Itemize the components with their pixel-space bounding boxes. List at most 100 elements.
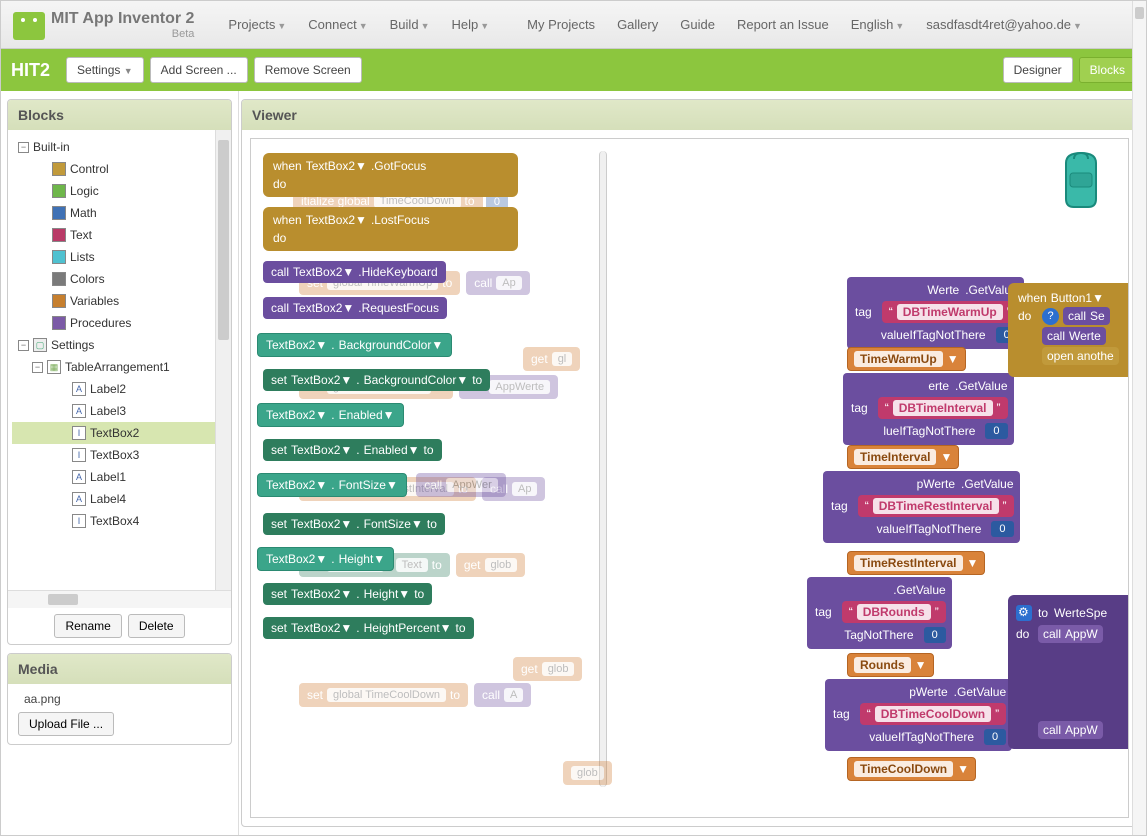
tree-scrollbar[interactable] (215, 130, 231, 590)
collapse-icon[interactable]: − (18, 142, 29, 153)
var-timerestinterval[interactable]: TimeRestInterval▼ (847, 551, 985, 575)
block-set-fontsize[interactable]: set TextBox2▼. FontSize▼ to (263, 513, 445, 535)
menu-projects[interactable]: Projects▼ (228, 17, 286, 32)
chevron-down-icon: ▼ (359, 21, 368, 31)
designer-tab[interactable]: Designer (1003, 57, 1073, 83)
tree-label4[interactable]: ALabel4 (12, 488, 227, 510)
block-getvalue-rest[interactable]: pWerte.GetValue tag“DBTimeRestInterval” … (823, 471, 1020, 543)
menu-connect[interactable]: Connect▼ (308, 17, 367, 32)
block-getvalue-warmup[interactable]: Werte.GetValue tag“DBTimeWarmUp” valueIf… (847, 277, 1024, 349)
variables-swatch-icon (52, 294, 66, 308)
cat-variables[interactable]: Variables (12, 290, 227, 312)
block-set-enabled[interactable]: set TextBox2▼. Enabled▼ to (263, 439, 442, 461)
cat-control[interactable]: Control (12, 158, 227, 180)
media-file[interactable]: aa.png (18, 692, 221, 706)
collapse-icon[interactable]: − (32, 362, 43, 373)
tree-builtin[interactable]: − Built-in (12, 136, 227, 158)
gear-icon[interactable] (1016, 605, 1032, 621)
label-icon: A (72, 382, 86, 396)
var-timeinterval[interactable]: TimeInterval▼ (847, 445, 959, 469)
media-panel: Media aa.png Upload File ... (7, 653, 232, 745)
block-get-height[interactable]: TextBox2▼. Height▼ (257, 547, 394, 571)
block-procedure-wertespe[interactable]: to WerteSpe docall AppW call AppW (1008, 595, 1129, 749)
link-myprojects[interactable]: My Projects (527, 17, 595, 32)
block-get-bgcolor[interactable]: TextBox2▼. BackgroundColor▼ (257, 333, 452, 357)
workspace[interactable]: Werte.GetValue tag“DBTimeWarmUp” valueIf… (607, 149, 1124, 807)
block-set-bgcolor[interactable]: set TextBox2▼. BackgroundColor▼ to (263, 369, 490, 391)
cat-math[interactable]: Math (12, 202, 227, 224)
component-dropdown[interactable]: TextBox2▼ (293, 265, 354, 279)
block-when-button1[interactable]: when Button1▼ do? call Se call Werte ope… (1008, 283, 1129, 377)
label-icon: A (72, 492, 86, 506)
math-swatch-icon (52, 206, 66, 220)
menu-help[interactable]: Help▼ (451, 17, 489, 32)
chevron-down-icon: ▼ (421, 21, 430, 31)
media-header: Media (8, 654, 231, 684)
block-getvalue-cooldown[interactable]: pWerte.GetValue tag“DBTimeCoolDown” valu… (825, 679, 1012, 751)
menu-language[interactable]: English▼ (851, 17, 905, 32)
cat-logic[interactable]: Logic (12, 180, 227, 202)
tree-hscrollbar[interactable] (8, 590, 231, 608)
upload-file-button[interactable]: Upload File ... (18, 712, 114, 736)
logic-swatch-icon (52, 184, 66, 198)
block-call-hidekeyboard[interactable]: call TextBox2▼.HideKeyboard (263, 261, 446, 283)
label-icon: A (72, 404, 86, 418)
delete-button[interactable]: Delete (128, 614, 185, 638)
var-timewarmup[interactable]: TimeWarmUp▼ (847, 347, 966, 371)
tree-label3[interactable]: ALabel3 (12, 400, 227, 422)
appinventor-logo-icon (13, 12, 45, 40)
tree-tablearrangement[interactable]: − ▦ TableArrangement1 (12, 356, 227, 378)
rename-button[interactable]: Rename (54, 614, 121, 638)
block-set-heightpercent[interactable]: set TextBox2▼. HeightPercent▼ to (263, 617, 474, 639)
block-when-lostfocus[interactable]: when TextBox2▼.LostFocus do (263, 207, 518, 251)
text-swatch-icon (52, 228, 66, 242)
block-get-enabled[interactable]: TextBox2▼. Enabled▼ (257, 403, 404, 427)
block-set-height[interactable]: set TextBox2▼. Height▼ to (263, 583, 432, 605)
settings-button[interactable]: Settings ▼ (66, 57, 144, 83)
link-gallery[interactable]: Gallery (617, 17, 658, 32)
textbox-icon: I (72, 426, 86, 440)
link-report[interactable]: Report an Issue (737, 17, 829, 32)
window-scrollbar[interactable] (1132, 1, 1146, 835)
beta-label: Beta (51, 28, 194, 40)
screen-icon: ▢ (33, 338, 47, 352)
var-timecooldown[interactable]: TimeCoolDown▼ (847, 757, 976, 781)
cat-lists[interactable]: Lists (12, 246, 227, 268)
block-get-fontsize[interactable]: TextBox2▼. FontSize▼ (257, 473, 407, 497)
blocks-tree[interactable]: − Built-in Control Logic Math Text Lists… (8, 130, 231, 590)
remove-screen-button[interactable]: Remove Screen (254, 57, 362, 83)
block-call-requestfocus[interactable]: call TextBox2▼.RequestFocus (263, 297, 447, 319)
block-getvalue-interval[interactable]: erte.GetValue tag“DBTimeInterval” lueIfT… (843, 373, 1014, 445)
tree-label2[interactable]: ALabel2 (12, 378, 227, 400)
toolbar: HIT2 Settings ▼ Add Screen ... Remove Sc… (1, 49, 1146, 91)
chevron-down-icon: ▼ (124, 66, 133, 76)
link-guide[interactable]: Guide (680, 17, 715, 32)
block-getvalue-rounds[interactable]: .GetValue tag“DBRounds” TagNotThere0 (807, 577, 952, 649)
blocks-canvas[interactable]: itialize global TimeCoolDown to 0 when T… (250, 138, 1129, 818)
tree-textbox3[interactable]: ITextBox3 (12, 444, 227, 466)
blocks-tab[interactable]: Blocks (1079, 57, 1136, 83)
tree-label1[interactable]: ALabel1 (12, 466, 227, 488)
project-name: HIT2 (11, 60, 50, 81)
tree-textbox2[interactable]: ITextBox2 (12, 422, 227, 444)
textbox-icon: I (72, 448, 86, 462)
component-dropdown[interactable]: TextBox2▼ (293, 301, 354, 315)
cat-text[interactable]: Text (12, 224, 227, 246)
help-icon[interactable]: ? (1042, 308, 1059, 325)
collapse-icon[interactable]: − (18, 340, 29, 351)
table-icon: ▦ (47, 360, 61, 374)
cat-procedures[interactable]: Procedures (12, 312, 227, 334)
component-dropdown[interactable]: TextBox2▼ (306, 213, 367, 227)
menu-build[interactable]: Build▼ (390, 17, 430, 32)
tree-textbox4[interactable]: ITextBox4 (12, 510, 227, 532)
cat-colors[interactable]: Colors (12, 268, 227, 290)
menu-user[interactable]: sasdfasdt4ret@yahoo.de▼ (926, 17, 1082, 32)
var-rounds[interactable]: Rounds▼ (847, 653, 934, 677)
block-when-gotfocus[interactable]: when TextBox2▼.GotFocus do (263, 153, 518, 197)
logo: MIT App Inventor 2 Beta (13, 10, 194, 40)
component-dropdown[interactable]: TextBox2▼ (306, 159, 367, 173)
add-screen-button[interactable]: Add Screen ... (150, 57, 248, 83)
lists-swatch-icon (52, 250, 66, 264)
tree-settings[interactable]: − ▢ Settings (12, 334, 227, 356)
chevron-down-icon: ▼ (277, 21, 286, 31)
